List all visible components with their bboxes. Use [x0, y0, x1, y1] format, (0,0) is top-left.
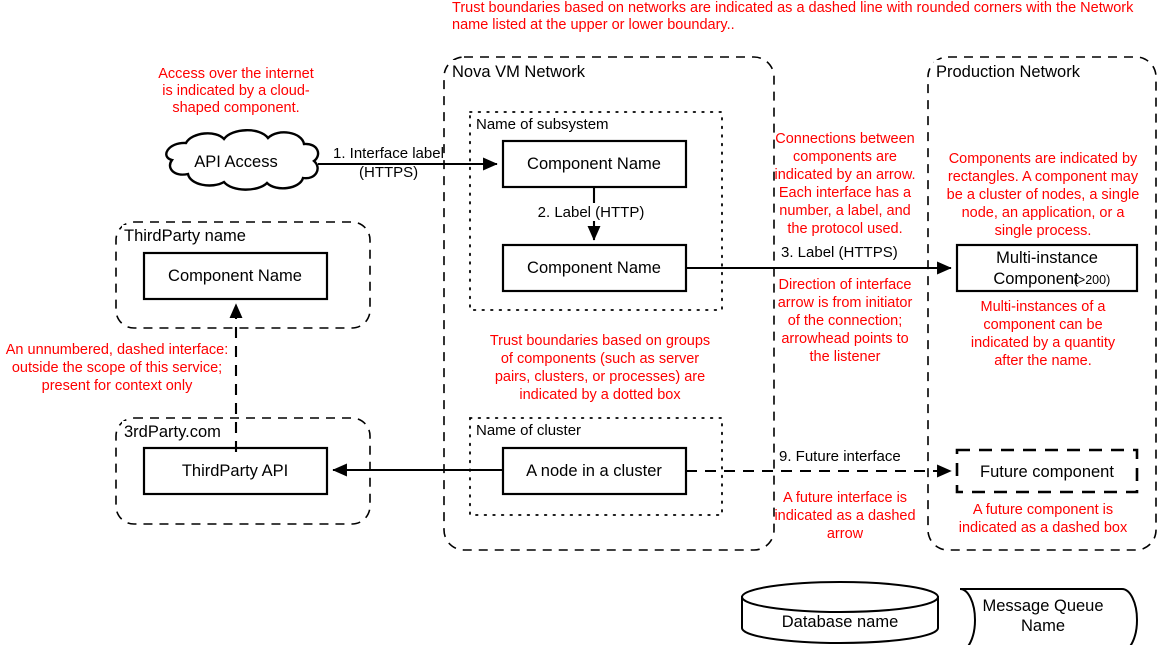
component-thirdparty-api[interactable]: ThirdParty API — [142, 446, 329, 496]
interface-label-1-line-2: (HTTPS) — [359, 164, 418, 181]
annotation-components-line-3: be a cluster of nodes, a single — [947, 187, 1140, 203]
annotation-cloud-line-2: is indicated by a cloud- — [162, 83, 310, 99]
annotation-future-interface-line-2: indicated as a dashed — [774, 508, 915, 524]
annotation-components-line-4: node, an application, or a — [962, 205, 1126, 221]
annotation-future-interface-line-1: A future interface is — [783, 490, 907, 506]
annotation-direction-line-1: Direction of interface — [779, 277, 912, 293]
interface-label-3: 3. Label (HTTPS) — [781, 244, 898, 261]
interface-label-9: 9. Future interface — [779, 448, 901, 465]
annotation-components-line-2: rectangles. A component may — [948, 169, 1139, 185]
shape-database[interactable]: Database name — [741, 581, 939, 644]
annotation-future-interface-line-3: arrow — [827, 526, 864, 542]
annotation-cloud-line-3: shaped component. — [172, 100, 299, 116]
component-thirdparty-api-label: ThirdParty API — [182, 462, 288, 480]
annotation-direction-line-4: arrowhead points to — [781, 331, 908, 347]
shape-database-label: Database name — [782, 613, 899, 631]
annotation-unnumbered-line-2: outside the scope of this service; — [12, 360, 222, 376]
annotation-direction-line-5: the listener — [810, 349, 881, 365]
annotation-unnumbered-line-3: present for context only — [42, 378, 193, 394]
annotation-connections-line-4: Each interface has a — [779, 185, 912, 201]
component-future-label: Future component — [980, 463, 1114, 481]
annotation-multi-instance-line-3: indicated by a quantity — [971, 335, 1116, 351]
annotation-future-component-line-1: A future component is — [973, 502, 1113, 518]
component-multi-instance-quantity: (>200) — [1074, 273, 1110, 287]
boundary-production-network-label: Production Network — [936, 63, 1081, 81]
annotation-future-component-line-2: indicated as a dashed box — [959, 520, 1128, 536]
annotation-network-boundary-line-1: Trust boundaries based on networks are i… — [452, 0, 1134, 16]
architecture-legend-diagram: Trust boundaries based on networks are i… — [0, 0, 1167, 645]
annotation-connections-line-5: number, a label, and — [779, 203, 910, 219]
cloud-api-access-label: API Access — [194, 153, 277, 171]
component-thirdparty[interactable]: Component Name — [142, 251, 329, 301]
component-multi-instance-label-line-1: Multi-instance — [996, 249, 1098, 267]
component-node-1-label: Component Name — [527, 155, 661, 173]
shape-message-queue-label-line-1: Message Queue — [982, 597, 1103, 615]
annotation-dotted-box-line-3: pairs, clusters, or processes) are — [495, 369, 705, 385]
dotted-box-cluster-label: Name of cluster — [476, 422, 581, 439]
component-future[interactable]: Future component — [955, 448, 1139, 494]
annotation-components-line-5: single process. — [995, 223, 1092, 239]
component-cluster-node-label: A node in a cluster — [526, 462, 662, 480]
boundary-thirdparty-name-label: ThirdParty name — [124, 227, 246, 245]
annotation-direction-line-3: of the connection; — [788, 313, 902, 329]
annotation-network-boundary-line-2: name listed at the upper or lower bounda… — [452, 17, 735, 33]
shape-message-queue[interactable]: Message Queue Name — [959, 588, 1138, 645]
interface-label-2: 2. Label (HTTP) — [538, 204, 645, 221]
annotation-connections-line-1: Connections between — [775, 131, 914, 147]
component-node-2-label: Component Name — [527, 259, 661, 277]
shape-database-top — [741, 581, 939, 613]
annotation-multi-instance-line-2: component can be — [983, 317, 1102, 333]
annotation-direction-line-2: arrow is from initiator — [778, 295, 913, 311]
interface-label-1-line-1: 1. Interface label — [333, 145, 444, 162]
component-cluster-node[interactable]: A node in a cluster — [501, 446, 688, 496]
annotation-unnumbered-line-1: An unnumbered, dashed interface: — [6, 342, 228, 358]
annotation-multi-instance-line-1: Multi-instances of a — [981, 299, 1107, 315]
annotation-cloud-line-1: Access over the internet — [158, 66, 314, 82]
component-multi-instance[interactable]: Multi-instance Component (>200) — [955, 243, 1139, 293]
shape-message-queue-label-line-2: Name — [1021, 617, 1065, 635]
annotation-components-line-1: Components are indicated by — [949, 151, 1138, 167]
component-node-1[interactable]: Component Name — [501, 139, 688, 189]
boundary-nova-vm-network-label: Nova VM Network — [452, 63, 586, 81]
boundary-thirdparty-com-label: 3rdParty.com — [124, 423, 221, 441]
annotation-dotted-box-line-4: indicated by a dotted box — [519, 387, 681, 403]
annotation-connections-line-2: components are — [793, 149, 897, 165]
annotation-multi-instance-line-4: after the name. — [994, 353, 1092, 369]
dotted-box-subsystem-label: Name of subsystem — [476, 116, 609, 133]
annotation-dotted-box-line-2: of components (such as server — [501, 351, 699, 367]
component-thirdparty-label: Component Name — [168, 267, 302, 285]
annotation-dotted-box-line-1: Trust boundaries based on groups — [490, 333, 710, 349]
component-node-2[interactable]: Component Name — [501, 243, 688, 293]
component-multi-instance-label-line-2: Component — [993, 270, 1079, 288]
annotation-connections-line-3: indicated by an arrow. — [774, 167, 915, 183]
annotation-connections-line-6: the protocol used. — [787, 221, 902, 237]
annotation-cloud: Access over the internet is indicated by… — [158, 66, 314, 116]
